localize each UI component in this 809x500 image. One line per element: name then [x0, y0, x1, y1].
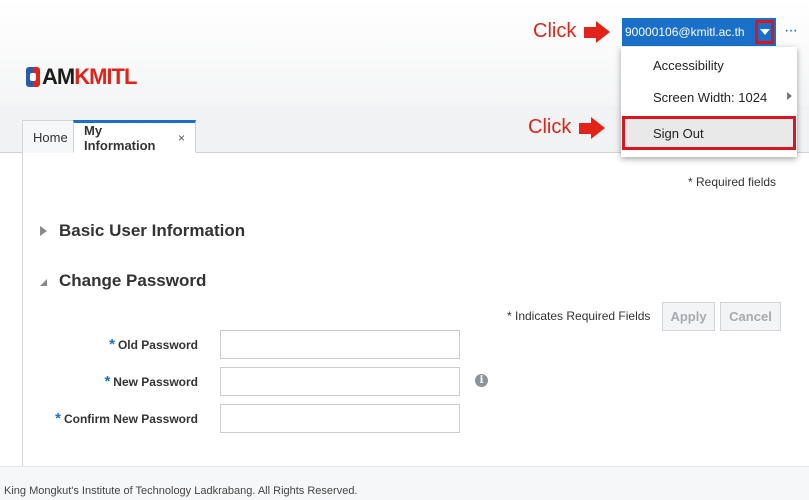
tab-my-information[interactable]: My Information ×: [73, 120, 196, 153]
old-password-label: * Old Password: [109, 336, 198, 353]
user-dropdown-menu: Accessibility Screen Width: 1024 Sign Ou…: [621, 47, 797, 157]
user-menu-button[interactable]: 90000106@kmitl.ac.th: [622, 18, 776, 46]
menu-item-label: Sign Out: [653, 125, 704, 141]
apply-button[interactable]: Apply: [662, 302, 715, 331]
old-password-input[interactable]: [220, 330, 460, 359]
menu-item-accessibility[interactable]: Accessibility: [621, 49, 797, 81]
required-fields-note: * Required fields: [688, 175, 777, 189]
indicates-required-note: * Indicates Required Fields: [507, 309, 651, 323]
click-annotation-user-menu: Click: [533, 20, 612, 43]
more-options-button[interactable]: ···: [784, 22, 798, 40]
expand-triangle-icon: [40, 226, 47, 236]
logo-text-suffix: KMITL: [74, 64, 137, 89]
menu-item-sign-out[interactable]: Sign Out: [622, 116, 796, 150]
section-title: Basic User Information: [59, 221, 246, 240]
cancel-button[interactable]: Cancel: [720, 302, 781, 331]
tab-home-label: Home: [33, 129, 68, 145]
collapse-triangle-icon: [40, 278, 47, 286]
confirm-new-password-input[interactable]: [220, 404, 460, 433]
new-password-input[interactable]: [220, 367, 460, 396]
right-arrow-icon: [584, 20, 612, 43]
user-email-label: 90000106@kmitl.ac.th: [625, 25, 745, 39]
section-title: Change Password: [59, 271, 207, 290]
close-icon[interactable]: ×: [178, 131, 185, 145]
tab-my-information-label: My Information: [84, 122, 156, 153]
menu-item-screen-width[interactable]: Screen Width: 1024: [621, 81, 797, 113]
page-footer: King Mongkut's Institute of Technology L…: [0, 466, 809, 500]
logo-mark-icon: [26, 67, 40, 87]
right-arrow-icon: [579, 116, 607, 139]
logo-text-prefix: AM: [42, 64, 75, 89]
info-icon[interactable]: i: [475, 374, 488, 387]
confirm-new-password-label: * Confirm New Password: [55, 410, 198, 427]
menu-item-label: Screen Width: 1024: [653, 89, 768, 105]
chevron-down-icon: [759, 29, 770, 35]
required-marker: *: [109, 336, 115, 353]
required-marker: *: [55, 410, 61, 427]
tab-home[interactable]: Home: [22, 120, 79, 153]
user-menu-dropdown-toggle[interactable]: [755, 20, 774, 44]
click-annotation-label: Click: [528, 116, 572, 138]
section-change-password[interactable]: Change Password: [40, 271, 206, 291]
chevron-right-icon: [787, 92, 792, 100]
footer-copyright: King Mongkut's Institute of Technology L…: [4, 485, 358, 497]
amkmitl-logo[interactable]: AMKMITL: [26, 64, 137, 90]
click-annotation-sign-out: Click: [528, 116, 607, 139]
app-window: AMKMITL Click 90000106@kmitl.ac.th ··· H…: [0, 0, 809, 500]
section-basic-user-information[interactable]: Basic User Information: [40, 221, 245, 241]
required-marker: *: [104, 373, 111, 390]
click-annotation-label: Click: [533, 20, 577, 42]
new-password-label: * New Password: [104, 373, 198, 390]
menu-item-label: Accessibility: [653, 57, 724, 73]
